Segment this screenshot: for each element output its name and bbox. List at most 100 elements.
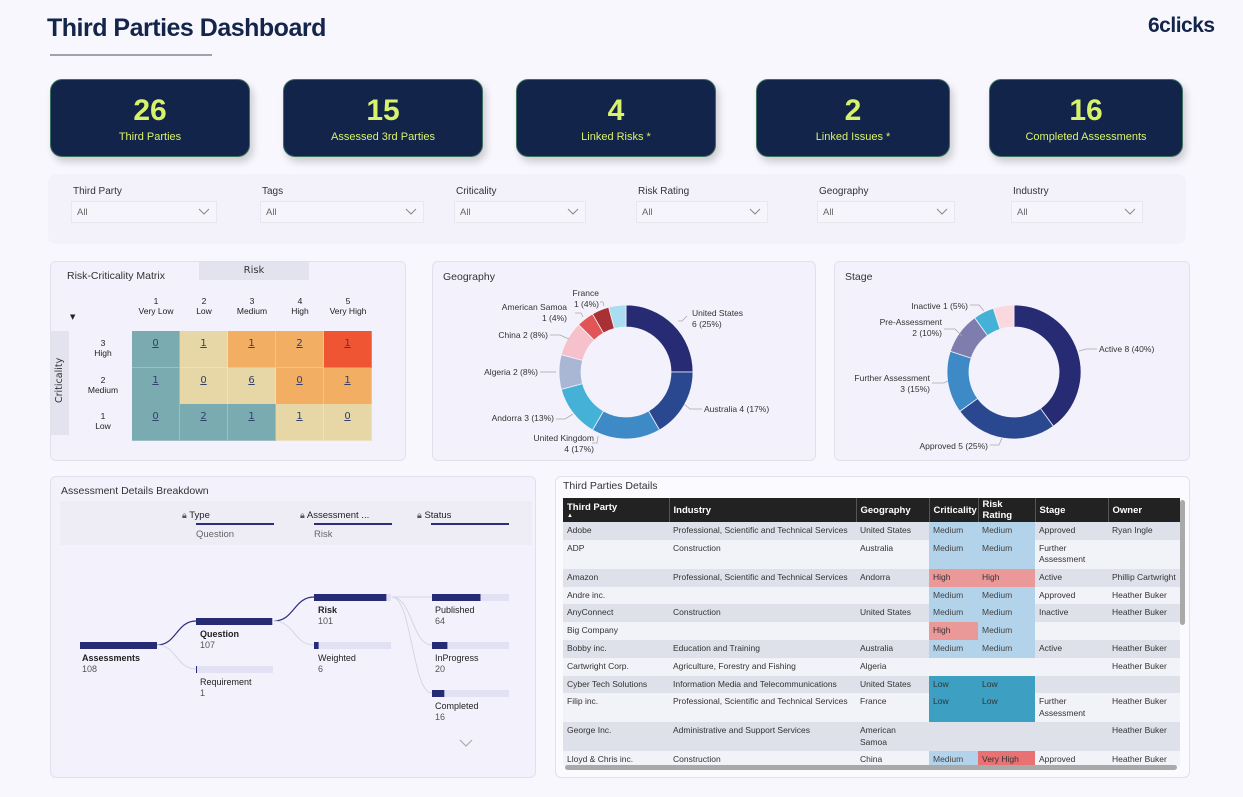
data-label: Algeria 2 (8%): [484, 367, 538, 377]
column-header-industry[interactable]: Industry: [669, 498, 857, 522]
table-row[interactable]: Andre inc. Medium Medium Approved Heather Bu…: [563, 586, 1180, 605]
table-row[interactable]: ADP Construction Australia Medium Medium Furt…: [563, 539, 1180, 569]
level-underline: [314, 523, 392, 525]
assessment-node-bar-track: [314, 642, 391, 649]
matrix-cell[interactable]: 1: [132, 368, 180, 405]
sort-dropdown-icon[interactable]: ▼: [70, 313, 75, 321]
column-header-third-party[interactable]: Third Party ▲: [563, 498, 670, 522]
level-header-assessment[interactable]: 🔒︎ Assessment ... Risk: [300, 510, 392, 540]
risk-rating-dropdown[interactable]: All: [636, 201, 768, 223]
table-cell: United States: [856, 675, 929, 694]
column-label: Low: [196, 306, 212, 316]
donut-slice-approved[interactable]: [959, 397, 1054, 440]
data-label: Pre-Assessment: [880, 317, 943, 327]
table-cell: [929, 722, 978, 752]
column-header-criticality[interactable]: Criticality: [929, 498, 979, 522]
matrix-cell[interactable]: 1: [324, 331, 372, 368]
root-bar[interactable]: [80, 642, 157, 649]
donut-slice-active[interactable]: [1013, 304, 1082, 427]
dropdown-value: All: [460, 207, 471, 218]
table-row[interactable]: Bobby inc. Education and Training Australi…: [563, 639, 1180, 658]
table-cell: [1035, 622, 1108, 640]
donut-slice-united-states[interactable]: [625, 304, 694, 373]
table-horizontal-scrollbar[interactable]: [565, 765, 1177, 770]
table-cell: Approved: [1035, 751, 1108, 766]
title-underline: [50, 54, 212, 56]
table-cell: Heather Buker: [1108, 604, 1180, 623]
level-header-status[interactable]: 🔒︎ Status: [417, 510, 509, 525]
matrix-cell[interactable]: 0: [276, 368, 324, 405]
matrix-cell[interactable]: 0: [324, 404, 372, 441]
kpi-card-assessed-third-parties[interactable]: 15 Assessed 3rd Parties: [283, 79, 483, 157]
table-cell: High: [978, 568, 1035, 587]
column-header-stage[interactable]: Stage: [1035, 498, 1109, 522]
table-row[interactable]: George Inc. Administrative and Support Se…: [563, 722, 1180, 752]
table-row[interactable]: Adobe Professional, Scientific and Techni…: [563, 522, 1180, 540]
expand-more-chevron[interactable]: [458, 733, 474, 752]
matrix-cell[interactable]: 1: [276, 404, 324, 441]
kpi-card-linked-issues[interactable]: 2 Linked Issues *: [756, 79, 950, 157]
table-row[interactable]: AnyConnect Construction United States Mediu…: [563, 604, 1180, 623]
tags-dropdown[interactable]: All: [260, 201, 424, 223]
matrix-cell[interactable]: 0: [132, 404, 180, 441]
geography-dropdown[interactable]: All: [817, 201, 955, 223]
table-cell: Australia: [856, 639, 929, 658]
matrix-row-header: 2 Medium: [84, 375, 122, 395]
node-label: Requirement: [200, 677, 252, 687]
table-cell: Ryan Ingle: [1108, 522, 1180, 540]
table-row[interactable]: Amazon Professional, Scientific and Techn…: [563, 568, 1180, 587]
column-header-geography[interactable]: Geography: [856, 498, 930, 522]
matrix-cell[interactable]: 0: [132, 331, 180, 368]
table-row[interactable]: Big Company High Medium: [563, 622, 1180, 640]
matrix-row-axis-label: Criticality: [54, 357, 65, 403]
matrix-column-header: 1 Very Low: [132, 296, 180, 316]
third-party-dropdown[interactable]: All: [71, 201, 217, 223]
column-header-risk-rating[interactable]: Risk Rating: [978, 498, 1036, 522]
kpi-card-linked-risks[interactable]: 4 Linked Risks *: [516, 79, 716, 157]
filter-label: Industry: [1013, 186, 1049, 197]
column-header-label: Geography: [860, 504, 911, 516]
table-row[interactable]: Lloyd & Chris inc. Construction China Mediu…: [563, 751, 1180, 766]
column-header-label: Owner: [1112, 504, 1143, 516]
data-label: China 2 (8%): [498, 330, 548, 340]
row-number: 1: [100, 411, 106, 421]
matrix-cell[interactable]: 1: [228, 404, 276, 441]
donut-slice-algeria[interactable]: [558, 354, 584, 390]
chevron-down-icon: [749, 208, 761, 215]
table-cell: Australia: [856, 539, 929, 569]
matrix-cell[interactable]: 1: [324, 368, 372, 405]
matrix-row-header: 1 Low: [84, 411, 122, 431]
table-cell: Bobby inc.: [563, 639, 669, 658]
table-cell: [1108, 675, 1180, 694]
kpi-value: 2: [844, 94, 862, 127]
matrix-cell[interactable]: 1: [180, 331, 228, 368]
donut-slice-australia[interactable]: [647, 371, 694, 431]
criticality-dropdown[interactable]: All: [454, 201, 586, 223]
table-row[interactable]: Cyber Tech Solutions Information Media an…: [563, 675, 1180, 694]
assessment-node-bar[interactable]: [314, 594, 387, 601]
matrix-cell[interactable]: 0: [180, 368, 228, 405]
status-node-bar[interactable]: [432, 690, 445, 697]
type-node-bar[interactable]: [196, 618, 273, 625]
table-row[interactable]: Filip inc. Professional, Scientific and T…: [563, 693, 1180, 723]
matrix-cell[interactable]: 1: [228, 331, 276, 368]
matrix-cell[interactable]: 6: [228, 368, 276, 405]
column-header-owner[interactable]: Owner: [1108, 498, 1180, 522]
type-node-bar[interactable]: [196, 666, 197, 673]
matrix-cell[interactable]: 2: [276, 331, 324, 368]
donut-slice-united-kingdom[interactable]: [591, 410, 661, 440]
kpi-card-third-parties[interactable]: 26 Third Parties: [50, 79, 250, 157]
level-header-type[interactable]: 🔒︎ Type Question: [182, 510, 274, 540]
status-node-bar[interactable]: [432, 594, 481, 601]
table-cell: Professional, Scientific and Technical S…: [669, 522, 856, 540]
row-number: 2: [100, 375, 106, 385]
assessment-node-bar[interactable]: [314, 642, 319, 649]
matrix-column-header: 4 High: [276, 296, 324, 316]
node-label: Completed: [435, 701, 479, 711]
table-vertical-scrollbar[interactable]: [1180, 500, 1185, 625]
table-row[interactable]: Cartwright Corp. Agriculture, Forestry an…: [563, 657, 1180, 676]
industry-dropdown[interactable]: All: [1011, 201, 1143, 223]
kpi-card-completed-assessments[interactable]: 16 Completed Assessments: [989, 79, 1183, 157]
matrix-cell[interactable]: 2: [180, 404, 228, 441]
status-node-bar[interactable]: [432, 642, 448, 649]
